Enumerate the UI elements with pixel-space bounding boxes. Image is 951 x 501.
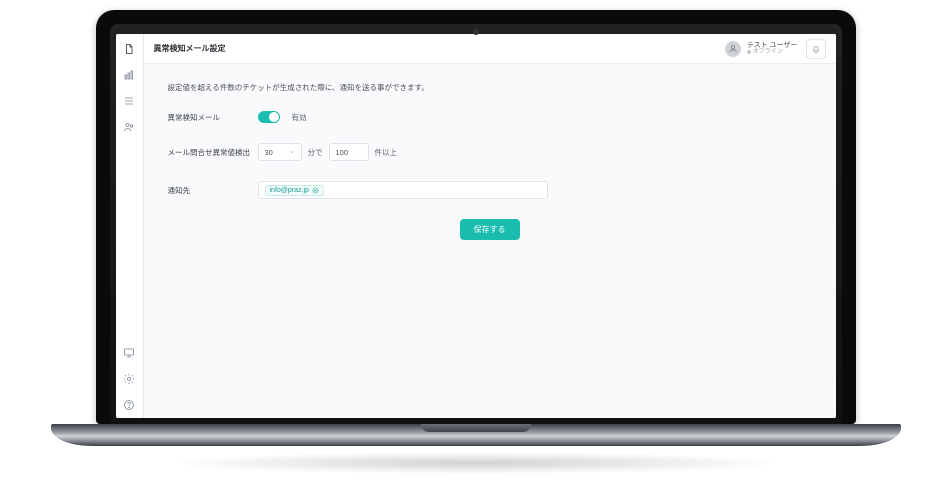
laptop-frame: 異常検知メール設定 テスト ユーザー オフライン — [96, 10, 856, 474]
users-icon — [123, 121, 135, 133]
lead-text: 設定値を超える件数のチケットが生成された際に、通知を送る事ができます。 — [168, 82, 812, 93]
recipient-tag: info@praz.jp — [265, 185, 324, 196]
recipients-input[interactable]: info@praz.jp — [258, 181, 548, 199]
enable-toggle[interactable] — [258, 111, 280, 123]
count-value: 100 — [336, 148, 349, 157]
toggle-knob — [269, 112, 279, 122]
screen: 異常検知メール設定 テスト ユーザー オフライン — [110, 24, 842, 424]
document-icon — [123, 43, 135, 55]
row-recipients: 通知先 info@praz.jp — [168, 181, 812, 199]
sidebar-nav-monitor[interactable] — [122, 346, 136, 360]
row-enable: 異常検知メール 有効 — [168, 111, 812, 123]
user-status: オフライン — [747, 49, 798, 55]
gear-icon — [123, 373, 135, 385]
threshold-suffix: 件以上 — [375, 147, 398, 158]
sidebar — [116, 34, 144, 418]
content-area: 設定値を超える件数のチケットが生成された際に、通知を送る事ができます。 異常検知… — [144, 64, 836, 418]
save-button[interactable]: 保存する — [460, 219, 520, 240]
row-threshold: メール問合せ異常値検出 30 分で 100 件以上 — [168, 143, 812, 161]
sidebar-nav-settings[interactable] — [122, 372, 136, 386]
sidebar-nav-3[interactable] — [122, 94, 136, 108]
chevron-down-icon — [289, 149, 295, 155]
user-status-text: オフライン — [753, 49, 783, 55]
status-dot-icon — [747, 50, 751, 54]
interval-select[interactable]: 30 — [258, 143, 302, 161]
notifications-button[interactable] — [806, 39, 826, 59]
avatar — [725, 41, 741, 57]
laptop-notch — [421, 424, 531, 432]
person-icon — [728, 44, 738, 54]
recipient-email: info@praz.jp — [270, 187, 309, 194]
save-row: 保存する — [168, 219, 812, 240]
monitor-icon — [123, 347, 135, 359]
count-input[interactable]: 100 — [329, 143, 369, 161]
recipients-label: 通知先 — [168, 185, 258, 196]
page-title: 異常検知メール設定 — [154, 43, 226, 54]
threshold-label: メール問合せ異常値検出 — [168, 147, 258, 158]
user-name: テスト ユーザー — [747, 42, 798, 49]
app-viewport: 異常検知メール設定 テスト ユーザー オフライン — [116, 34, 836, 418]
user-block[interactable]: テスト ユーザー オフライン — [725, 41, 798, 57]
screen-bezel: 異常検知メール設定 テスト ユーザー オフライン — [96, 10, 856, 424]
sidebar-nav-help[interactable] — [122, 398, 136, 412]
enable-state-text: 有効 — [292, 112, 307, 123]
interval-value: 30 — [265, 148, 273, 157]
help-icon — [123, 399, 135, 411]
main-panel: 異常検知メール設定 テスト ユーザー オフライン — [144, 34, 836, 418]
bell-icon — [811, 44, 821, 54]
camera-dot — [473, 29, 479, 35]
enable-label: 異常検知メール — [168, 112, 258, 123]
chart-icon — [123, 69, 135, 81]
user-meta: テスト ユーザー オフライン — [747, 42, 798, 55]
sidebar-nav-2[interactable] — [122, 68, 136, 82]
remove-tag-icon[interactable] — [312, 187, 319, 194]
sidebar-nav-1[interactable] — [122, 42, 136, 56]
list-icon — [123, 95, 135, 107]
laptop-base — [51, 424, 901, 446]
laptop-shadow — [166, 452, 786, 474]
threshold-unit: 分で — [308, 147, 323, 158]
topbar: 異常検知メール設定 テスト ユーザー オフライン — [144, 34, 836, 64]
sidebar-nav-4[interactable] — [122, 120, 136, 134]
